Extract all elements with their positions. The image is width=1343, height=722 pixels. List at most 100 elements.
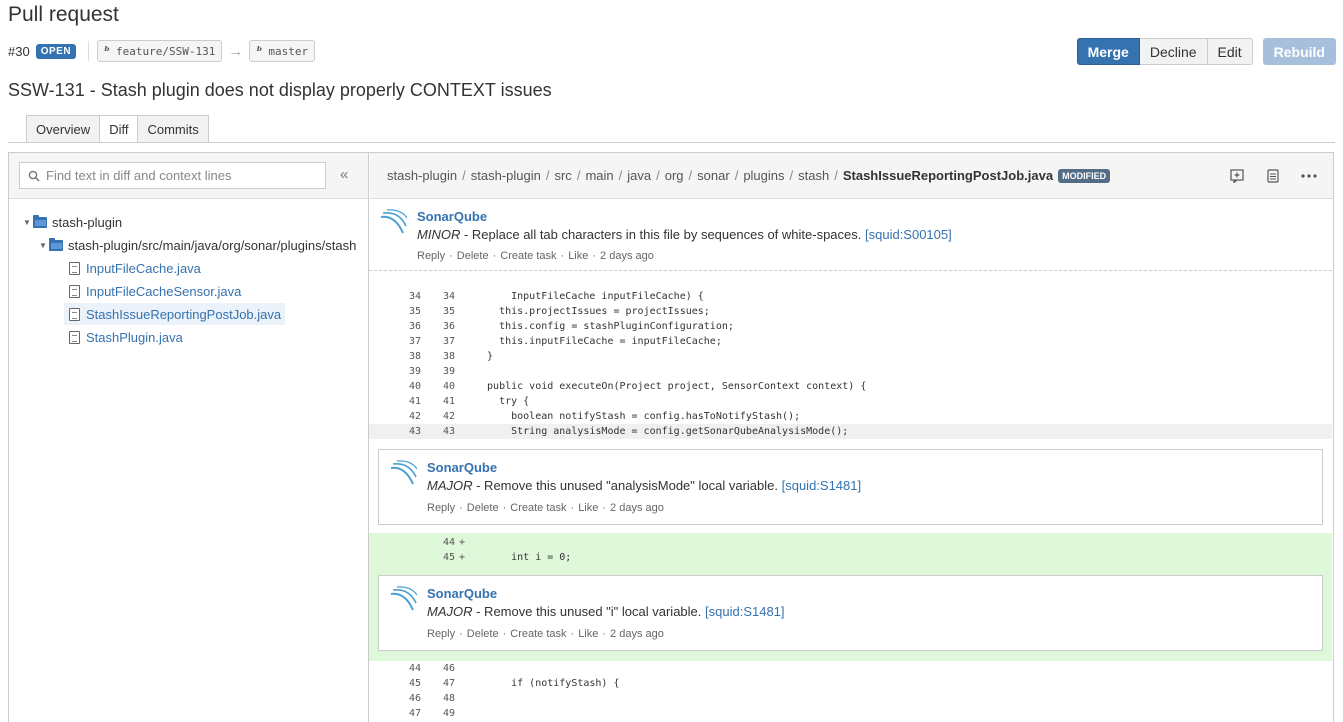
file-icon: [69, 261, 80, 275]
timestamp: 2 days ago: [610, 628, 664, 640]
target-branch-label: master: [268, 44, 309, 58]
comment-author[interactable]: SonarQube: [417, 209, 487, 224]
rebuild-button[interactable]: Rebuild: [1262, 38, 1336, 65]
like-link[interactable]: Like: [568, 250, 588, 262]
delete-link[interactable]: Delete: [467, 502, 499, 514]
reply-link[interactable]: Reply: [417, 250, 445, 262]
tree-file[interactable]: StashPlugin.java: [69, 326, 183, 348]
code-line[interactable]: 38 38 }: [369, 349, 1332, 364]
new-line-number: 41: [442, 396, 455, 407]
breadcrumb-item[interactable]: org: [665, 168, 684, 183]
code-line[interactable]: 41 41 try {: [369, 394, 1332, 409]
new-line-number: 46: [442, 663, 455, 674]
code-line[interactable]: 47 49: [369, 706, 1332, 721]
create-task-link[interactable]: Create task: [500, 250, 556, 262]
tree-file-selected[interactable]: StashIssueReportingPostJob.java: [64, 303, 286, 325]
breadcrumb: stash-plugin / stash-plugin / src / main / java /…: [387, 168, 1053, 183]
breadcrumb-item[interactable]: stash-plugin: [471, 168, 541, 183]
decline-button[interactable]: Decline: [1139, 38, 1208, 65]
source-branch[interactable]: ᵇ feature/SSW-131: [97, 40, 223, 62]
breadcrumb-item[interactable]: plugins: [743, 168, 784, 183]
old-line-number: 41: [408, 396, 421, 407]
code-line[interactable]: 39 39: [369, 364, 1332, 379]
create-task-link[interactable]: Create task: [510, 628, 566, 640]
delete-link[interactable]: Delete: [457, 250, 489, 262]
code-line[interactable]: 42 42 boolean notifyStash = config.hasToN…: [369, 409, 1332, 424]
code-text: try {: [475, 396, 530, 407]
code-line[interactable]: 34 34 InputFileCache inputFileCache) {: [369, 289, 1332, 304]
target-branch[interactable]: ᵇ master: [249, 40, 316, 62]
code-text: String analysisMode = config.getSonarQub…: [475, 426, 849, 437]
breadcrumb-item[interactable]: main: [585, 168, 613, 183]
file-icon: [69, 330, 80, 344]
added-line[interactable]: 45 + int i = 0;: [369, 550, 1332, 565]
new-line-number: 44: [442, 537, 455, 548]
breadcrumb-item[interactable]: java: [627, 168, 651, 183]
comment-message: - Remove this unused "i" local variable.: [472, 604, 706, 619]
code-line[interactable]: 35 35 this.projectIssues = projectIssues;: [369, 304, 1332, 319]
code-text: this.config = stashPluginConfiguration;: [475, 321, 734, 332]
breadcrumb-item[interactable]: src: [554, 168, 571, 183]
comment-author[interactable]: SonarQube: [427, 586, 497, 601]
breadcrumb-item[interactable]: sonar: [697, 168, 730, 183]
old-line-number: 42: [408, 411, 421, 422]
code-line[interactable]: 40 40 public void executeOn(Project proje…: [369, 379, 1332, 394]
code-line[interactable]: 44 46: [369, 661, 1332, 676]
rule-link[interactable]: [squid:S1481]: [782, 478, 862, 493]
code-text: int i = 0;: [475, 552, 572, 563]
breadcrumb-item[interactable]: stash-plugin: [387, 168, 457, 183]
reply-link[interactable]: Reply: [427, 502, 455, 514]
code-text: boolean notifyStash = config.hasToNotify…: [475, 411, 801, 422]
tab-diff[interactable]: Diff: [99, 115, 139, 143]
collapse-sidebar-button[interactable]: «: [340, 166, 348, 183]
rule-link[interactable]: [squid:S00105]: [865, 227, 952, 242]
code-text: InputFileCache inputFileCache) {: [475, 291, 704, 302]
folder-label: stash-plugin/src/main/java/org/sonar/plu…: [68, 237, 357, 253]
file-icon: [69, 307, 80, 321]
breadcrumb-item[interactable]: stash: [798, 168, 829, 183]
tab-commits[interactable]: Commits: [137, 115, 209, 143]
find-box[interactable]: [19, 162, 326, 189]
code-line[interactable]: 36 36 this.config = stashPluginConfigurat…: [369, 319, 1332, 334]
code-block-added: 44 +45 + int i = 0;: [369, 535, 1332, 565]
like-link[interactable]: Like: [578, 628, 598, 640]
added-line[interactable]: 44 +: [369, 535, 1332, 550]
tab-overview[interactable]: Overview: [26, 115, 101, 143]
merge-button[interactable]: Merge: [1076, 38, 1140, 65]
timestamp: 2 days ago: [610, 502, 664, 514]
tree-folder-root[interactable]: ▼ stash-plugin: [23, 211, 122, 233]
modified-badge: MODIFIED: [1058, 168, 1111, 183]
breadcrumb-separator: /: [688, 168, 693, 183]
code-line[interactable]: 45 47 if (notifyStash) {: [369, 676, 1332, 691]
severity: MINOR: [417, 227, 461, 242]
code-line[interactable]: 46 48: [369, 691, 1332, 706]
comment-message: - Remove this unused "analysisMode" loca…: [472, 478, 782, 493]
old-line-number: 44: [408, 663, 421, 674]
more-icon[interactable]: [1301, 168, 1317, 184]
code-line[interactable]: 43 43 String analysisMode = config.getSon…: [369, 424, 1332, 439]
file-view-icon[interactable]: [1265, 168, 1281, 184]
find-input[interactable]: [46, 168, 316, 183]
old-line-number: 46: [408, 693, 421, 704]
new-line-number: 49: [442, 708, 455, 719]
new-line-number: 47: [442, 678, 455, 689]
severity: MAJOR: [427, 604, 473, 619]
tree-folder-path[interactable]: ▼ stash-plugin/src/main/java/org/sonar/p…: [39, 234, 356, 256]
sonarqube-logo-icon: [390, 460, 417, 485]
comment-text: MAJOR - Remove this unused "analysisMode…: [427, 478, 861, 493]
page-title: Pull request: [8, 3, 119, 26]
delete-link[interactable]: Delete: [467, 628, 499, 640]
add-comment-icon[interactable]: [1229, 168, 1245, 184]
breadcrumb-separator: /: [734, 168, 739, 183]
code-line[interactable]: 37 37 this.inputFileCache = inputFileCach…: [369, 334, 1332, 349]
file-icon: [69, 284, 80, 298]
reply-link[interactable]: Reply: [427, 628, 455, 640]
comment-author[interactable]: SonarQube: [427, 460, 497, 475]
tree-file[interactable]: InputFileCache.java: [69, 257, 201, 279]
like-link[interactable]: Like: [578, 502, 598, 514]
comment-actions: Reply · Delete · Create task · Like · 2 days ago: [427, 628, 664, 640]
edit-button[interactable]: Edit: [1207, 38, 1253, 65]
rule-link[interactable]: [squid:S1481]: [705, 604, 785, 619]
create-task-link[interactable]: Create task: [510, 502, 566, 514]
tree-file[interactable]: InputFileCacheSensor.java: [69, 280, 241, 302]
